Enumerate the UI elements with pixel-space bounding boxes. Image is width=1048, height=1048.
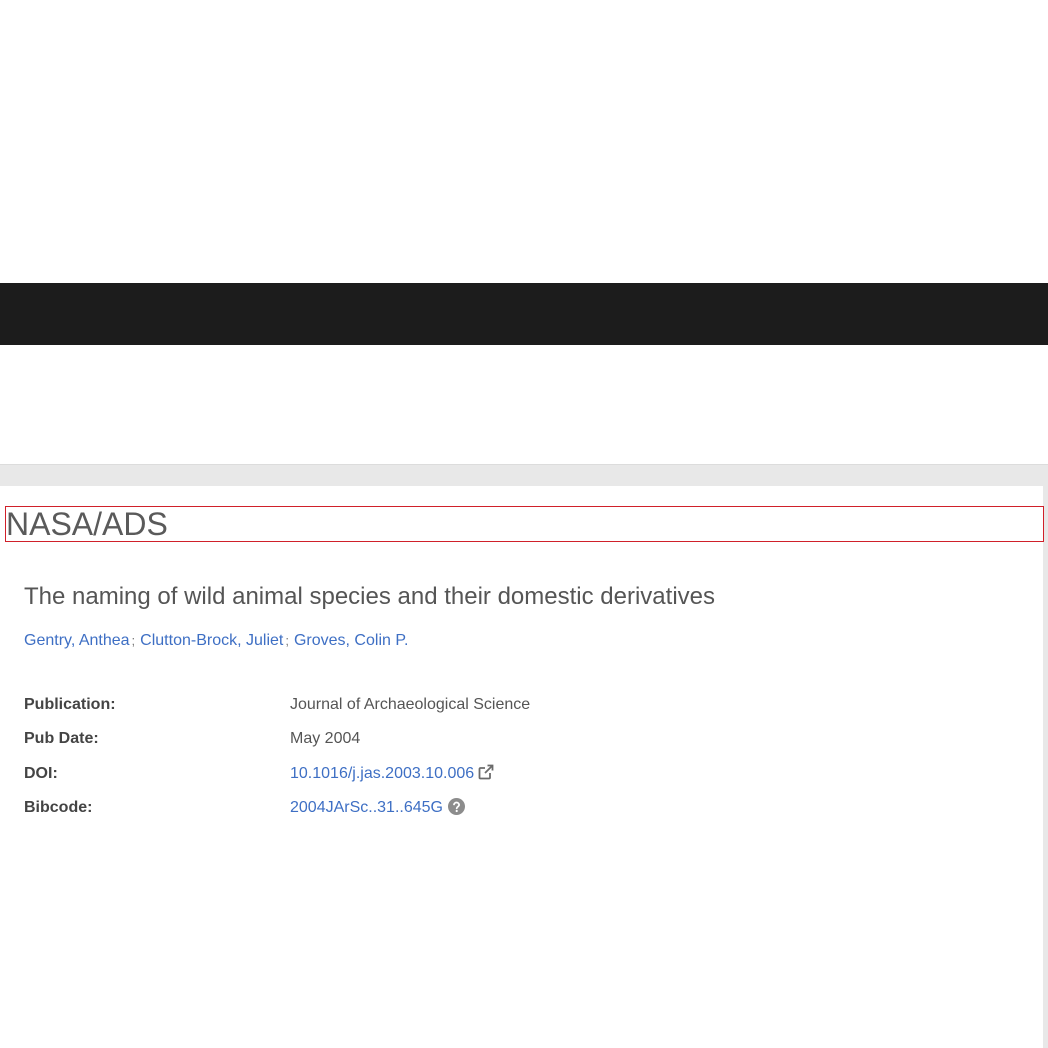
doi-label: DOI: — [24, 765, 58, 782]
bibcode-link[interactable]: 2004JArSc..31..645G — [290, 799, 443, 816]
pubdate-value: May 2004 — [290, 730, 361, 747]
author-separator: ; — [285, 633, 289, 648]
author-link[interactable]: Clutton-Brock, Juliet — [140, 632, 283, 649]
doi-value-wrap: 10.1016/j.jas.2003.10.006 — [290, 764, 494, 784]
pubdate-label: Pub Date: — [24, 730, 99, 747]
navbar — [0, 283, 1048, 345]
pubdate-row: Pub Date: May 2004 — [24, 729, 1024, 751]
publication-label: Publication: — [24, 696, 116, 713]
top-blank-area — [0, 0, 1048, 283]
author-link[interactable]: Groves, Colin P. — [294, 632, 408, 649]
external-link-icon[interactable] — [478, 764, 494, 780]
doi-link[interactable]: 10.1016/j.jas.2003.10.006 — [290, 765, 474, 782]
author-separator: ; — [131, 633, 136, 648]
article-title: The naming of wild animal species and th… — [24, 583, 715, 610]
blank-area — [0, 345, 1048, 464]
bibcode-row: Bibcode: 2004JArSc..31..645G — [24, 798, 1024, 820]
publication-row: Publication: Journal of Archaeological S… — [24, 695, 1024, 717]
question-circle-icon[interactable] — [447, 798, 465, 815]
publication-value: Journal of Archaeological Science — [290, 696, 531, 713]
site-title: NASA/ADS — [5, 506, 1044, 542]
page: NASA/ADS The naming of wild animal speci… — [0, 0, 1048, 1048]
bibcode-label: Bibcode: — [24, 799, 93, 816]
author-list: Gentry, Anthea; Clutton-Brock, Juliet; Gro… — [24, 631, 408, 651]
author-link[interactable]: Gentry, Anthea — [24, 632, 130, 649]
bibcode-value-wrap: 2004JArSc..31..645G — [290, 798, 465, 818]
doi-row: DOI: 10.1016/j.jas.2003.10.006 — [24, 764, 1024, 786]
